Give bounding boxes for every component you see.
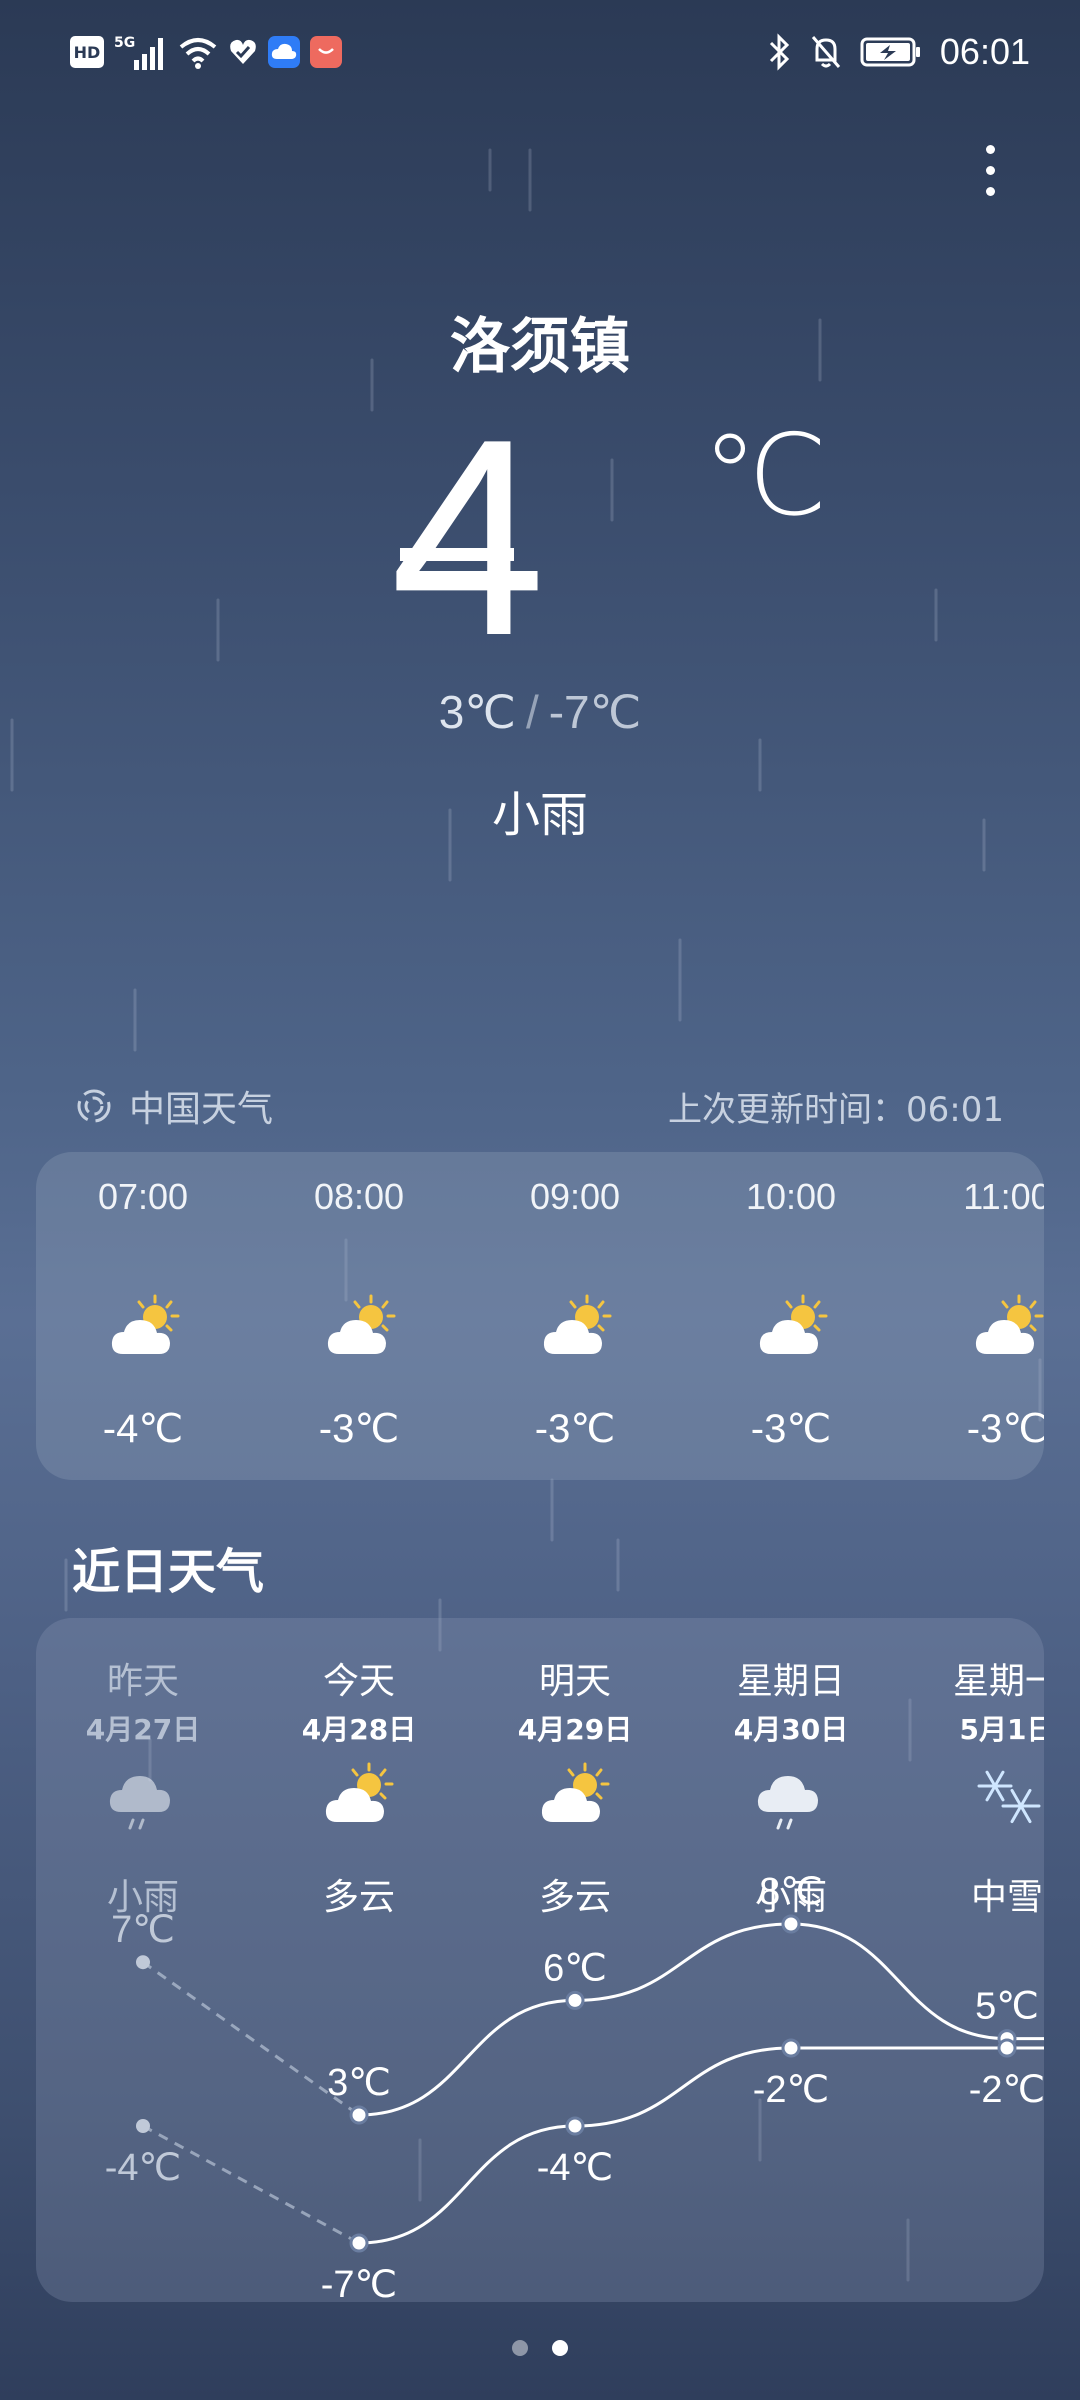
hourly-item: 09:00 -3℃ (475, 1152, 675, 1480)
daily-condition: 小雨 (106, 1877, 179, 1918)
daily-condition: 多云 (322, 1877, 395, 1918)
status-bar: HD 5G 06:01 (0, 0, 1080, 104)
low-temp-point (136, 2119, 150, 2133)
high-temp-point (136, 1955, 150, 1970)
partly-cloudy-icon (325, 1292, 401, 1362)
high-low-separator: / (525, 686, 539, 738)
partly-cloudy-icon (539, 1760, 615, 1836)
high-temp-point (349, 2105, 369, 2125)
daily-day-name: 昨天 (106, 1661, 179, 1702)
rain-icon (107, 1760, 183, 1836)
more-dot-icon (985, 186, 995, 196)
svg-text:5G: 5G (114, 35, 135, 51)
wifi-icon (179, 38, 217, 69)
daily-date: 4月28日 (301, 1713, 417, 1746)
low-temp-point (565, 2116, 585, 2136)
daily-date: 4月29日 (517, 1713, 633, 1746)
daily-condition: 多云 (538, 1877, 611, 1918)
high-temp-point (565, 1990, 585, 2010)
page-indicator (0, 2340, 1080, 2356)
more-dot-icon (985, 165, 995, 175)
weather-china-logo-icon (77, 1089, 111, 1123)
low-temp-line (358, 2046, 1044, 2245)
today-low: -7℃ (548, 686, 642, 738)
current-condition: 小雨 (491, 787, 588, 843)
daily-forecast-title: 近日天气 (72, 1544, 265, 1600)
hourly-forecast-card[interactable]: 07:00 -4℃ 08:00 -3℃ 09:00 -3℃ 10:00 -3℃ 11:00 -3℃ (36, 1152, 1044, 1480)
last-updated-time: 上次更新时间：06:01 (668, 1090, 1004, 1130)
hourly-time: 09:00 (529, 1176, 621, 1217)
status-left-icons: HD 5G (70, 30, 342, 74)
high-temp-label: 3℃ (327, 2062, 391, 2104)
data-source[interactable]: 中国天气 (75, 1080, 273, 1132)
low-temp-label: -2℃ (753, 2069, 829, 2111)
battery-charging-icon (860, 37, 920, 67)
partly-cloudy-icon (757, 1292, 833, 1362)
high-temp-label: 5℃ (975, 1986, 1039, 2028)
partly-cloudy-icon (973, 1292, 1044, 1362)
low-temp-label: -2℃ (969, 2069, 1044, 2111)
current-temp-unit: ℃ (702, 411, 828, 541)
daily-forecast-card[interactable]: 7℃ 3℃ 6℃ 8℃ 5℃ -4℃ -7℃ -4℃ -2℃ -2℃ 昨天 4月27日 小雨 今天 4月2… (36, 1618, 1044, 2302)
high-temp-label: 6℃ (543, 1947, 607, 1989)
daily-date: 4月27日 (85, 1713, 201, 1746)
mute-icon (811, 36, 841, 68)
today-high: 3℃ (438, 686, 516, 738)
hourly-temp: -3℃ (750, 1407, 832, 1451)
hourly-item: 10:00 -3℃ (691, 1152, 891, 1480)
hourly-temp: -3℃ (534, 1407, 616, 1451)
hd-icon: HD (70, 36, 104, 68)
rain-icon (755, 1760, 831, 1836)
daily-condition: 小雨 (754, 1877, 827, 1918)
partly-cloudy-icon (109, 1292, 185, 1362)
snow-icon (971, 1760, 1044, 1836)
shop-app-icon (310, 36, 342, 68)
today-high-low: 3℃ / -7℃ (0, 685, 1080, 739)
hourly-temp: -4℃ (102, 1407, 184, 1451)
hourly-temp: -3℃ (966, 1407, 1044, 1451)
low-temp-point (997, 2038, 1017, 2058)
hourly-time: 07:00 (97, 1176, 189, 1217)
bluetooth-icon (769, 33, 790, 71)
hourly-item: 07:00 -4℃ (43, 1152, 243, 1480)
status-time: 06:01 (939, 31, 1030, 72)
daily-day-name: 今天 (322, 1661, 395, 1702)
current-temperature: 4 (390, 382, 546, 694)
hourly-item: 08:00 -3℃ (259, 1152, 459, 1480)
city-name[interactable]: 洛须镇 (0, 298, 1080, 385)
cloud-app-icon (268, 36, 300, 68)
health-icon (230, 39, 256, 64)
more-options-button[interactable] (968, 130, 1012, 210)
low-temp-label: -7℃ (321, 2264, 397, 2302)
hourly-time: 08:00 (313, 1176, 405, 1217)
data-source-name: 中国天气 (129, 1089, 274, 1130)
hourly-time: 10:00 (745, 1176, 837, 1217)
daily-day-name: 星期一 (952, 1661, 1044, 1702)
partly-cloudy-icon (323, 1760, 399, 1836)
signal-5g-icon: 5G (114, 35, 163, 70)
low-temp-point (781, 2038, 801, 2058)
hourly-temp: -3℃ (318, 1407, 400, 1451)
daily-date: 5月1日 (959, 1713, 1044, 1746)
daily-condition: 中雪 (970, 1877, 1043, 1918)
daily-day-name: 星期日 (736, 1661, 845, 1702)
daily-date: 4月30日 (733, 1713, 849, 1746)
daily-day-name: 明天 (538, 1661, 611, 1702)
low-temp-point (349, 2233, 369, 2253)
high-temp-line (358, 1922, 1044, 2117)
hourly-item: 11:00 -3℃ (907, 1152, 1044, 1480)
partly-cloudy-icon (541, 1292, 617, 1362)
low-temp-label: -4℃ (105, 2147, 181, 2189)
more-dot-icon (985, 144, 995, 154)
page-dot-2-active[interactable] (552, 2340, 568, 2356)
page-dot-1[interactable] (512, 2340, 528, 2356)
hourly-time: 11:00 (963, 1176, 1044, 1217)
low-temp-label: -4℃ (537, 2147, 613, 2189)
status-right-icons: 06:01 (768, 26, 1030, 78)
